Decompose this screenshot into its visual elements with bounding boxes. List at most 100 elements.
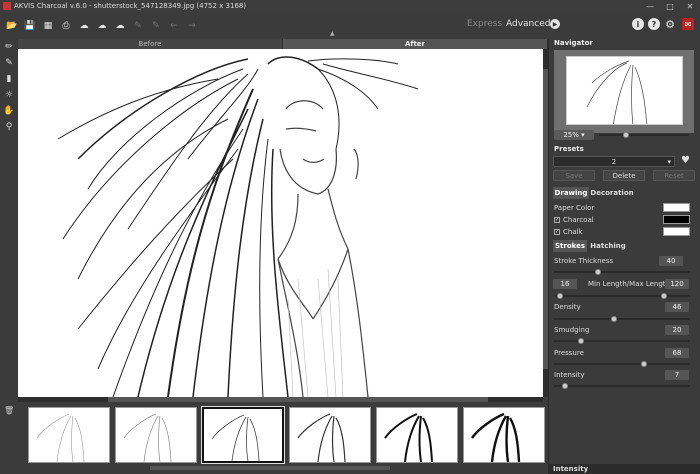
zoom-value: 25% <box>563 131 579 139</box>
tab-strokes[interactable]: Strokes <box>553 240 587 252</box>
paper-color-swatch[interactable] <box>663 203 690 212</box>
filmstrip-scrollbar[interactable] <box>150 466 390 470</box>
density-thumb[interactable] <box>611 316 617 322</box>
trash-icon[interactable]: 🗑 <box>4 406 14 415</box>
min-length-value[interactable]: 16 <box>553 279 577 289</box>
density-slider[interactable] <box>554 318 690 320</box>
stroke-thickness-value[interactable]: 40 <box>659 256 683 266</box>
presets-title: Presets <box>554 145 584 153</box>
info-icon[interactable]: i <box>632 18 644 30</box>
navigator-image <box>566 56 683 125</box>
min-length-thumb[interactable] <box>557 293 563 299</box>
zoom-slider-thumb[interactable] <box>623 132 629 138</box>
smudge-icon[interactable]: ☼ <box>0 87 18 103</box>
brush-icon[interactable]: ✎ <box>0 55 18 71</box>
save-strokes-icon[interactable]: ✎ <box>150 19 162 32</box>
save-file-icon[interactable]: 💾 <box>24 19 36 32</box>
chalk-color-swatch[interactable] <box>663 227 690 236</box>
notifications-icon[interactable]: ✉ <box>682 18 694 30</box>
undo-icon[interactable]: ← <box>168 19 180 32</box>
hand-icon[interactable]: ✋ <box>0 103 18 119</box>
app-logo-icon <box>3 2 11 10</box>
window-title: AKVIS Charcoal v.6.0 - shutterstock_5471… <box>14 2 247 10</box>
collapse-toolbar-icon[interactable]: ▲ <box>330 30 335 37</box>
intensity-thumb[interactable] <box>562 383 568 389</box>
preset-select[interactable]: 2 ▾ <box>553 156 675 167</box>
save-preset-button[interactable]: Save <box>553 170 595 181</box>
paper-color-label: Paper Color <box>554 204 595 212</box>
intensity-section-header[interactable]: Intensity <box>548 464 700 474</box>
intensity-label: Intensity <box>554 371 585 379</box>
filmstrip-thumb-4[interactable] <box>289 407 371 463</box>
share-icon[interactable]: ☁ <box>78 19 90 32</box>
smudging-value[interactable]: 20 <box>665 325 689 335</box>
filmstrip-thumb-3[interactable] <box>201 406 285 464</box>
zoom-select[interactable]: 25% ▾ <box>554 130 594 140</box>
stroke-thickness-thumb[interactable] <box>595 269 601 275</box>
filmstrip-thumb-6[interactable] <box>463 407 545 463</box>
stroke-thickness-slider[interactable] <box>554 271 690 273</box>
tab-after[interactable]: After <box>283 39 548 49</box>
chalk-checkbox[interactable]: ✓ <box>554 229 560 235</box>
chevron-down-icon: ▾ <box>667 157 671 166</box>
help-icon[interactable]: ? <box>648 18 660 30</box>
image-canvas[interactable] <box>18 49 543 397</box>
filmstrip-thumb-2[interactable] <box>115 407 197 463</box>
redo-icon[interactable]: → <box>186 19 198 32</box>
settings-panel: Navigator 25% ▾ Presets 2 ▾ ♥ Save Delete… <box>548 39 700 474</box>
load-strokes-icon[interactable]: ✎ <box>132 19 144 32</box>
presets-filmstrip: 🗑 <box>0 402 548 474</box>
reset-preset-button[interactable]: Reset <box>653 170 695 181</box>
maximize-icon[interactable]: □ <box>660 0 680 12</box>
delete-preset-button[interactable]: Delete <box>603 170 645 181</box>
print-icon[interactable]: ⎙ <box>60 19 72 32</box>
batch-icon[interactable]: ▦ <box>42 19 54 32</box>
navigator-preview[interactable] <box>554 50 694 133</box>
max-length-thumb[interactable] <box>661 293 667 299</box>
export-icon[interactable]: ☁ <box>114 19 126 32</box>
length-range-slider[interactable] <box>554 295 690 297</box>
intensity-value[interactable]: 7 <box>665 370 689 380</box>
pressure-thumb[interactable] <box>641 361 647 367</box>
zoom-slider-track[interactable] <box>599 134 689 136</box>
chalk-label: Chalk <box>563 228 583 236</box>
pencil-icon[interactable]: ✏ <box>0 39 18 55</box>
smudging-label: Smudging <box>554 326 590 334</box>
charcoal-checkbox[interactable]: ✓ <box>554 217 560 223</box>
filmstrip-thumb-1[interactable] <box>28 407 110 463</box>
run-icon[interactable]: ▶ <box>550 19 560 29</box>
charcoal-sketch-image <box>57 56 419 397</box>
tab-decoration[interactable]: Decoration <box>590 187 633 199</box>
mode-express[interactable]: Express <box>467 19 502 29</box>
view-tabs: Before After <box>18 39 548 49</box>
charcoal-row: ✓ Charcoal <box>554 216 594 224</box>
open-file-icon[interactable]: 📂 <box>6 19 18 32</box>
favorite-heart-icon[interactable]: ♥ <box>681 155 690 166</box>
tools-panel: ✏ ✎ ▮ ☼ ✋ ⚲ <box>0 39 18 397</box>
mode-advanced[interactable]: Advanced <box>506 19 550 29</box>
density-label: Density <box>554 303 581 311</box>
gear-icon[interactable]: ⚙ <box>664 18 676 31</box>
pressure-value[interactable]: 68 <box>665 348 689 358</box>
main-toolbar: 📂 💾 ▦ ⎙ ☁ ☁ ☁ ✎ ✎ ← → <box>0 12 700 39</box>
zoom-icon[interactable]: ⚲ <box>0 119 18 135</box>
density-value[interactable]: 46 <box>665 302 689 312</box>
tab-drawing[interactable]: Drawing <box>553 187 589 199</box>
smudging-slider[interactable] <box>554 340 690 342</box>
charcoal-color-swatch[interactable] <box>663 215 690 224</box>
publish-icon[interactable]: ☁ <box>96 19 108 32</box>
close-icon[interactable]: ✕ <box>680 0 700 12</box>
preset-selected-value: 2 <box>611 157 617 166</box>
eraser-icon[interactable]: ▮ <box>0 71 18 87</box>
tab-before[interactable]: Before <box>18 39 283 49</box>
filmstrip-thumb-5[interactable] <box>376 407 458 463</box>
minimize-icon[interactable]: — <box>640 0 660 12</box>
intensity-slider[interactable] <box>554 385 690 387</box>
charcoal-label: Charcoal <box>563 216 594 224</box>
pressure-label: Pressure <box>554 349 584 357</box>
title-bar: AKVIS Charcoal v.6.0 - shutterstock_5471… <box>0 0 700 12</box>
tab-hatching[interactable]: Hatching <box>589 240 627 252</box>
max-length-value[interactable]: 120 <box>665 279 689 289</box>
pressure-slider[interactable] <box>554 363 690 365</box>
smudging-thumb[interactable] <box>578 338 584 344</box>
